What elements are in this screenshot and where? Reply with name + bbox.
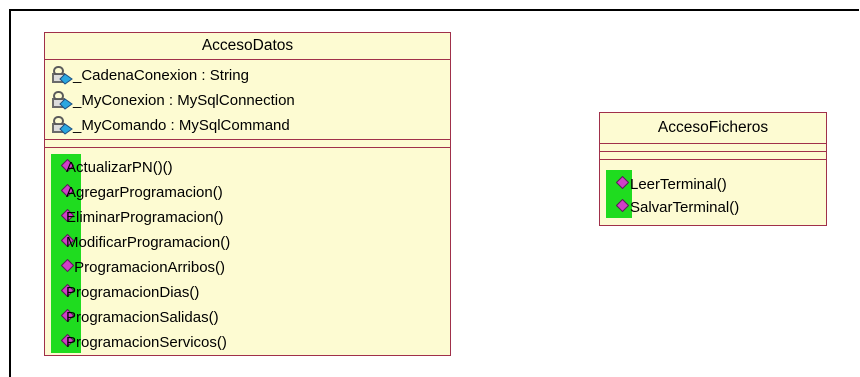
public-operation-icon xyxy=(616,176,629,189)
class-acceso-ficheros[interactable]: AccesoFicheros LeerTerminal() SalvarTerm… xyxy=(599,112,827,226)
attribute-text: _CadenaConexion : String xyxy=(73,67,249,84)
operation-text: LeerTerminal() xyxy=(630,176,727,193)
operation-row[interactable]: ProgramacionSalidas() xyxy=(61,309,361,327)
operation-row[interactable]: EliminarProgramacion() xyxy=(61,209,361,227)
operation-row[interactable]: LeerTerminal() xyxy=(616,176,816,194)
operation-text: ProgramacionSalidas() xyxy=(66,309,219,326)
operation-text: EliminarProgramacion() xyxy=(66,209,224,226)
public-operation-icon xyxy=(616,199,629,212)
attributes-compartment xyxy=(600,144,826,152)
protected-attribute-icon xyxy=(52,116,73,135)
operation-row[interactable]: ModificarProgramacion() xyxy=(61,234,361,252)
empty-compartment xyxy=(45,140,450,148)
operation-row[interactable]: AgregarProgramacion() xyxy=(61,184,361,202)
attributes-compartment: _CadenaConexion : String _MyConexion : M… xyxy=(45,60,450,140)
attribute-text: _MyComando : MySqlCommand xyxy=(73,117,290,134)
class-name: AccesoDatos xyxy=(45,33,450,60)
operation-text: ProgramacionDias() xyxy=(66,284,200,301)
operations-compartment: LeerTerminal() SalvarTerminal() xyxy=(600,160,826,228)
operation-text: ProgramacionServicos() xyxy=(66,334,227,351)
empty-compartment xyxy=(600,152,826,160)
operation-row[interactable]: ProgramacionArribos() xyxy=(61,259,361,277)
operation-row[interactable]: ProgramacionDias() xyxy=(61,284,361,302)
operation-text: ProgramacionArribos() xyxy=(70,259,226,276)
operation-text: ActualizarPN()() xyxy=(66,159,173,176)
class-name: AccesoFicheros xyxy=(600,113,826,144)
attribute-text: _MyConexion : MySqlConnection xyxy=(73,92,295,109)
operation-row[interactable]: ActualizarPN()() xyxy=(61,159,361,177)
operation-text: SalvarTerminal() xyxy=(630,199,740,216)
protected-attribute-icon xyxy=(52,66,73,85)
operation-row[interactable]: ProgramacionServicos() xyxy=(61,334,361,352)
protected-attribute-icon xyxy=(52,91,73,110)
operations-compartment: ActualizarPN()() AgregarProgramacion() E… xyxy=(45,148,450,356)
class-acceso-datos[interactable]: AccesoDatos _CadenaConexion : String _My… xyxy=(44,32,451,356)
operation-text: ModificarProgramacion() xyxy=(66,234,231,251)
operation-text: AgregarProgramacion() xyxy=(66,184,223,201)
operation-row[interactable]: SalvarTerminal() xyxy=(616,199,816,217)
